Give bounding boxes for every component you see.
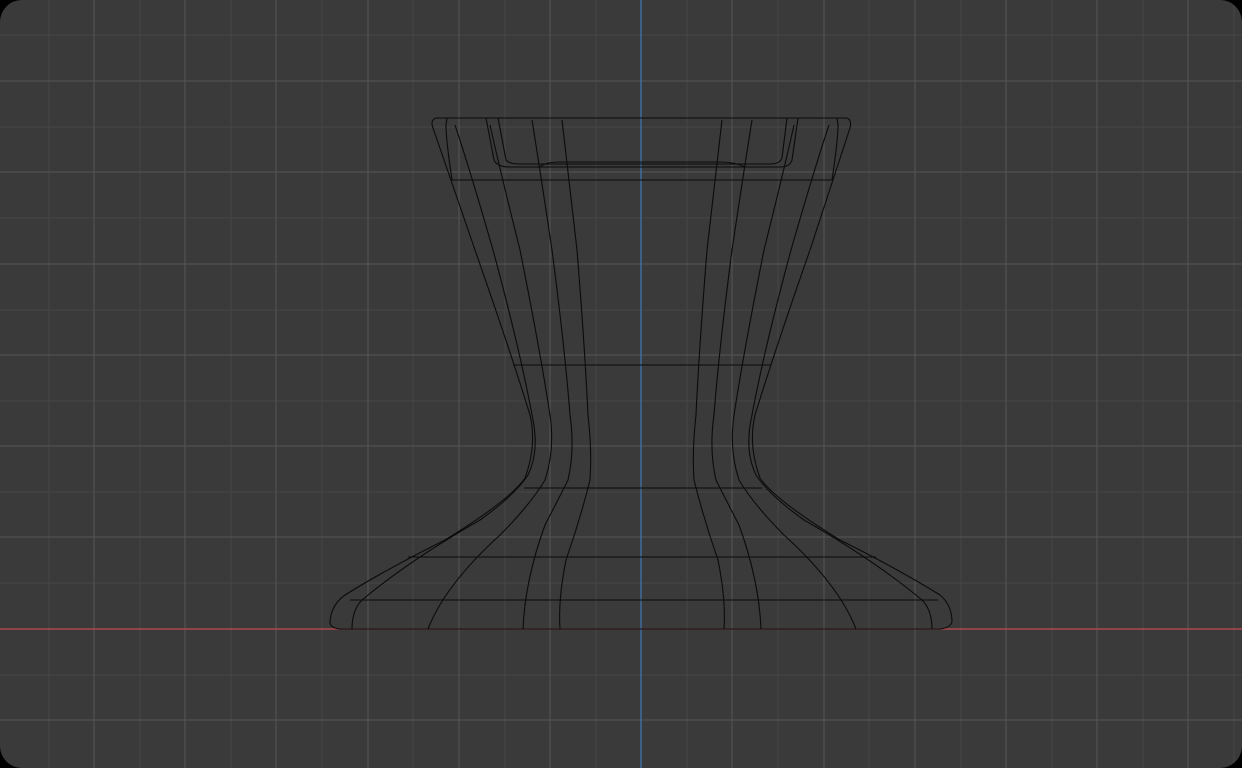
3d-viewport[interactable] (0, 0, 1242, 768)
grid-major (0, 0, 1242, 768)
grid-minor (0, 0, 1242, 768)
viewport-canvas[interactable] (0, 0, 1242, 768)
